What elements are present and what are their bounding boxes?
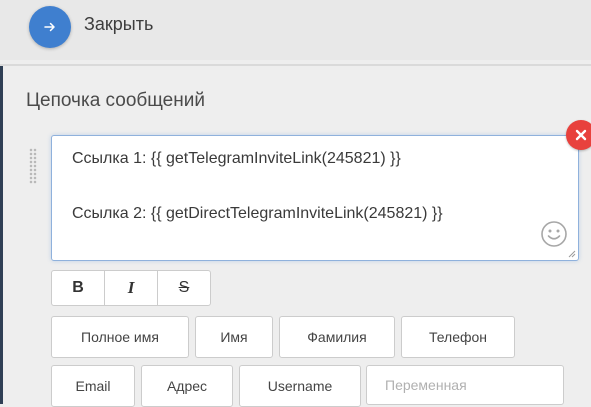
close-label[interactable]: Закрыть bbox=[84, 14, 153, 35]
drag-handle-icon[interactable] bbox=[29, 148, 37, 184]
bold-button[interactable]: B bbox=[51, 270, 105, 306]
smiley-icon[interactable] bbox=[540, 220, 568, 248]
resize-icon[interactable] bbox=[566, 248, 576, 258]
top-bar: Закрыть bbox=[0, 0, 591, 60]
variable-first-name-button[interactable]: Имя bbox=[195, 316, 273, 358]
variable-address-button[interactable]: Адрес bbox=[141, 365, 233, 407]
variable-full-name-button[interactable]: Полное имя bbox=[51, 316, 189, 358]
message-editor[interactable]: Ссылка 1: {{ getTelegramInviteLink(24582… bbox=[51, 135, 579, 261]
message-line-1: Ссылка 1: {{ getTelegramInviteLink(24582… bbox=[72, 150, 401, 167]
delete-message-button[interactable] bbox=[566, 120, 591, 150]
variable-last-name-button[interactable]: Фамилия bbox=[279, 316, 395, 358]
custom-variable-input[interactable] bbox=[366, 365, 564, 405]
variable-phone-button[interactable]: Телефон bbox=[401, 316, 515, 358]
header-divider bbox=[0, 64, 591, 66]
close-button[interactable] bbox=[29, 6, 71, 48]
variable-username-button[interactable]: Username bbox=[239, 365, 361, 407]
message-line-2: Ссылка 2: {{ getDirectTelegramInviteLink… bbox=[72, 205, 443, 222]
section-title: Цепочка сообщений bbox=[26, 90, 205, 111]
arrow-right-icon bbox=[44, 22, 55, 32]
formatting-toolbar: B I S bbox=[51, 270, 211, 306]
variable-email-button[interactable]: Email bbox=[51, 365, 135, 407]
strikethrough-button[interactable]: S bbox=[157, 270, 211, 306]
close-icon bbox=[575, 129, 587, 141]
italic-button[interactable]: I bbox=[104, 270, 158, 306]
left-panel-edge bbox=[0, 66, 3, 404]
